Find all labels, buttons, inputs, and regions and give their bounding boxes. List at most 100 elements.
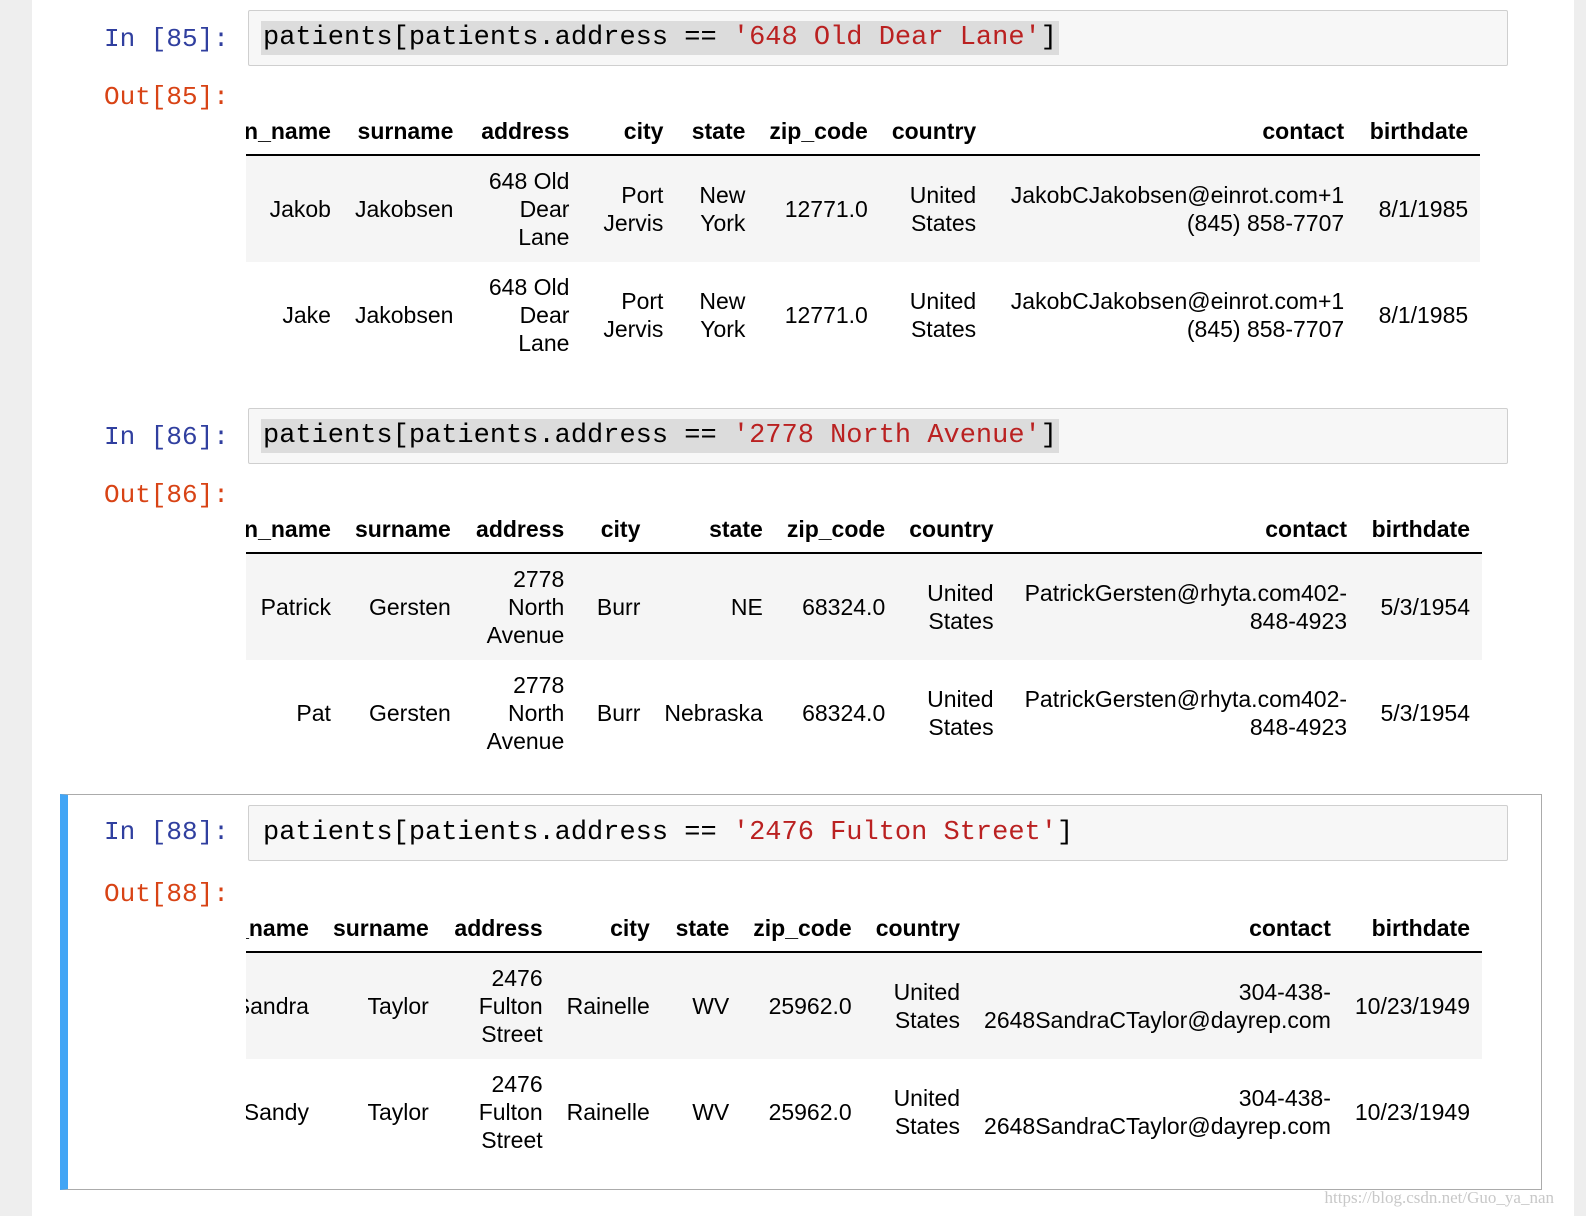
notebook-container: In [85]: patients[patients.address == '6… [32,0,1574,1216]
code-line[interactable]: patients[patients.address == '2476 Fulto… [261,816,1075,850]
table-cell: NE [652,553,775,660]
table-cell: Nebraska [664,700,763,726]
table-cell: Gersten [369,700,451,726]
table-cell: JakobCJakobsen@einrot.com+1 (845) 858-77… [988,155,1357,262]
table-cell: 12771.0 [784,302,868,328]
column-header: address [462,506,577,554]
table-cell: Jake [282,302,331,328]
code-line[interactable]: patients[patients.address == '648 Old De… [261,21,1059,55]
table-cell: WV [692,1099,730,1125]
table-cell: Port Jervis [581,155,676,262]
table-cell: 68324.0 [774,553,898,660]
column-header: contact [988,108,1357,156]
input-prompt: In [88]: [104,817,229,847]
input-prompt: In [86]: [104,422,229,452]
code-string-literal: '648 Old Dear Lane' [732,23,1041,53]
table-cell: Gersten [342,553,463,660]
table-cell: Burr [596,700,641,726]
table-cell: WV [661,952,742,1059]
column-header: given_name [246,905,321,953]
table-cell: PatrickGersten@rhyta.com402-848-4923 [1005,553,1360,660]
column-header: surname [342,506,463,554]
column-header: given_name [246,108,343,156]
table-cell: 25962.0 [741,952,864,1059]
column-header: contact [1005,506,1360,554]
table-cell: Taylor [367,1099,429,1125]
code-input-area[interactable]: patients[patients.address == '2476 Fulto… [248,805,1508,861]
table-cell: 304-438-2648SandraCTaylor@dayrep.com [984,1085,1331,1139]
table-header-row: given_namesurnameaddresscitystatezip_cod… [246,506,1482,554]
code-line[interactable]: patients[patients.address == '2778 North… [261,419,1059,453]
column-header: surname [320,905,441,953]
code-suffix: ] [1040,23,1057,53]
output-prompt: Out[85]: [104,82,229,112]
column-header: surname [342,108,466,156]
dataframe-output[interactable]: given_namesurnameaddresscitystatezip_cod… [246,905,1482,1175]
table-row: Sandy Taylor 2476 Fulton Street Rainelle WV 2… [246,1059,1482,1165]
table-row: Jake Jakobsen 648 Old Dear Lane Port Jervis… [246,262,1480,368]
code-string-literal: '2476 Fulton Street' [732,818,1057,848]
table-cell: Pat [296,700,331,726]
table-cell: 10/23/1949 [1342,952,1482,1059]
output-prompt: Out[86]: [104,480,229,510]
notebook-cell-selected[interactable]: In [88]: patients[patients.address == '2… [60,794,1542,1190]
code-prefix: patients[patients.address == [263,421,733,451]
code-input-area[interactable]: patients[patients.address == '648 Old De… [248,10,1508,66]
table-cell: Patrick [246,553,343,660]
watermark: https://blog.csdn.net/Guo_ya_nan [1324,1188,1554,1207]
code-prefix: patients[patients.address == [263,818,733,848]
table-header-row: given_namesurnameaddresscitystatezip_cod… [246,905,1482,953]
table-cell: 25962.0 [768,1099,852,1125]
table-cell: 2476 Fulton Street [478,1071,543,1153]
table-cell: Sandra [246,952,321,1059]
column-header: given_name [246,506,343,554]
table-row: Patrick Gersten 2778 North Avenue Burr NE 683… [246,553,1482,660]
code-suffix: ] [1056,818,1074,848]
notebook-cell[interactable]: In [86]: patients[patients.address == '2… [32,398,1572,782]
column-header: address [440,905,555,953]
column-header: birthdate [1356,108,1481,156]
column-header: zip_code [757,108,880,156]
table-cell: 648 Old Dear Lane [488,274,570,356]
code-string-literal: '2778 North Avenue' [732,421,1041,451]
table-cell: 2476 Fulton Street [440,952,555,1059]
column-header: contact [972,905,1343,953]
input-prompt: In [85]: [104,24,229,54]
column-header: zip_code [741,905,864,953]
table-cell: Taylor [320,952,441,1059]
table-cell: Sandy [246,1099,309,1125]
table-cell: United States [879,155,989,262]
notebook-cell[interactable]: In [85]: patients[patients.address == '6… [32,0,1572,392]
table-row: SandraTaylor2476 Fulton StreetRainelleWV… [246,952,1482,1059]
table-cell: Rainelle [566,1099,650,1125]
table-cell: United States [863,952,973,1059]
table-cell: United States [897,553,1006,660]
dataframe-output[interactable]: given_namesurnameaddresscitystatezip_cod… [246,506,1482,774]
column-header: state [661,905,742,953]
table-cell: Burr [576,553,653,660]
column-header: address [465,108,582,156]
column-header: state [675,108,758,156]
table-cell: PatrickGersten@rhyta.com402-848-4923 [1024,686,1348,740]
table-row: Pat Gersten 2778 North Avenue Burr Nebraska 6… [246,660,1482,766]
dataframe-output[interactable]: given_namesurnameaddresscitystatezip_cod… [246,108,1482,376]
table-cell: United States [893,1085,961,1139]
table-cell: Jakobsen [342,155,466,262]
code-prefix: patients[patients.address == [263,23,733,53]
table-cell: 304-438-2648SandraCTaylor@dayrep.com [972,952,1343,1059]
column-header: zip_code [774,506,898,554]
column-header: city [576,506,653,554]
table-cell: 68324.0 [802,700,886,726]
column-header: state [652,506,775,554]
table-cell: JakobCJakobsen@einrot.com+1 (845) 858-77… [1010,288,1345,342]
table-cell: 10/23/1949 [1354,1099,1470,1125]
table-cell: 8/1/1985 [1356,155,1481,262]
table-cell: 12771.0 [757,155,880,262]
table-cell: Jakobsen [354,302,454,328]
dataframe-table: given_namesurnameaddresscitystatezip_cod… [246,506,1482,766]
code-input-area[interactable]: patients[patients.address == '2778 North… [248,408,1508,464]
column-header: country [897,506,1006,554]
table-cell: New York [675,155,758,262]
table-cell: 8/1/1985 [1378,302,1469,328]
table-cell: 2778 North Avenue [486,672,565,754]
